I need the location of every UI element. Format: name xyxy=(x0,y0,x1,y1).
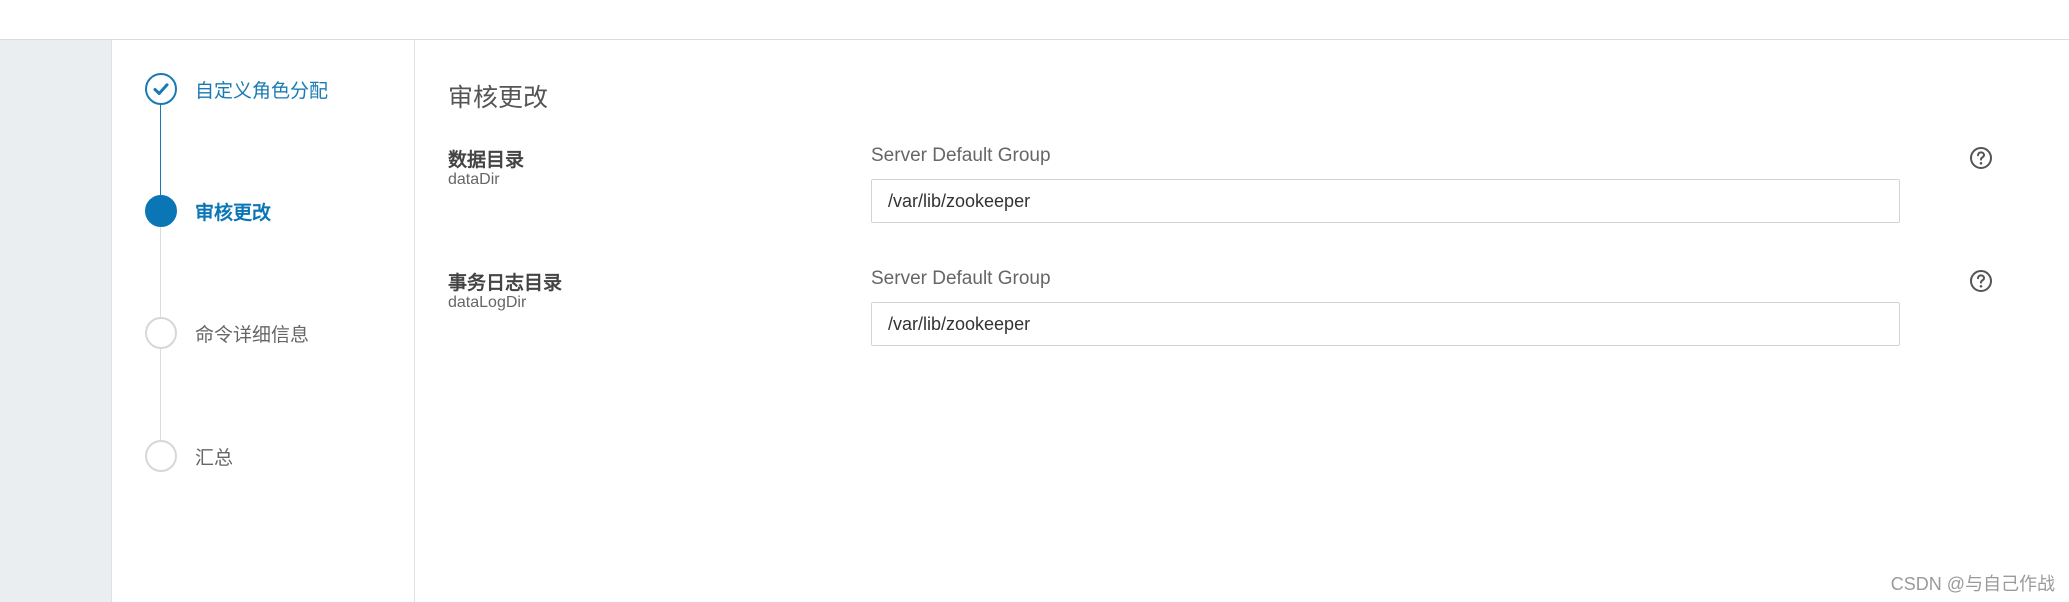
wizard-step-custom-role-assignment[interactable]: 自定义角色分配 xyxy=(145,72,328,106)
wizard-step-label: 命令详细信息 xyxy=(195,324,310,346)
wizard-step-label: 汇总 xyxy=(195,447,234,469)
wizard-step-command-details[interactable]: 命令详细信息 xyxy=(145,316,309,350)
filled-circle-icon xyxy=(145,195,177,227)
page: 自定义角色分配 审核更改 命令详细信息 汇总 审核更改 数据目录 dataDir… xyxy=(0,0,2069,602)
config-group-label: Server Default Group xyxy=(871,145,1051,166)
wizard-step-label: 审核更改 xyxy=(195,202,272,224)
page-title: 审核更改 xyxy=(448,84,549,112)
left-gutter xyxy=(0,40,112,602)
datalogdir-value-input[interactable] xyxy=(871,302,1900,346)
property-key: dataLogDir xyxy=(448,294,527,311)
question-circle-icon[interactable] xyxy=(1969,269,1993,293)
watermark: CSDN @与自己作战 xyxy=(1890,574,2055,594)
datadir-value-input[interactable] xyxy=(871,179,1900,223)
wizard-step-label: 自定义角色分配 xyxy=(195,80,329,102)
main-content: 审核更改 数据目录 dataDir Server Default Group 事… xyxy=(415,40,2069,602)
empty-circle-icon xyxy=(145,440,177,472)
wizard-step-review-changes[interactable]: 审核更改 xyxy=(145,194,271,228)
question-circle-icon[interactable] xyxy=(1969,146,1993,170)
property-row-datadir: 数据目录 dataDir Server Default Group xyxy=(415,145,2069,245)
wizard-step-summary[interactable]: 汇总 xyxy=(145,439,233,473)
empty-circle-icon xyxy=(145,317,177,349)
property-display-name: 事务日志目录 xyxy=(448,273,563,294)
property-key: dataDir xyxy=(448,171,500,188)
config-group-label: Server Default Group xyxy=(871,268,1051,289)
property-display-name: 数据目录 xyxy=(448,150,525,171)
check-icon xyxy=(145,73,177,105)
top-bar xyxy=(0,0,2069,40)
step-connector-completed xyxy=(160,102,161,196)
property-row-datalogdir: 事务日志目录 dataLogDir Server Default Group xyxy=(415,268,2069,368)
